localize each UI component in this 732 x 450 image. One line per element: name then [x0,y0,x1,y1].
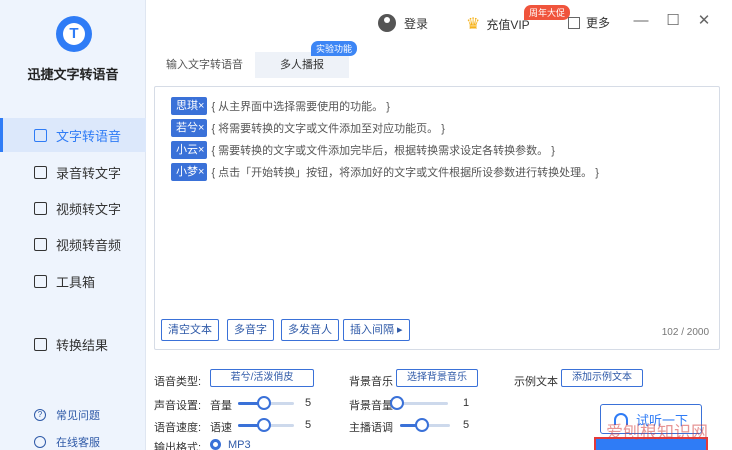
add-sample-text-button[interactable]: 添加示例文本 [561,369,643,387]
speed-sub-label: 语速 [210,422,232,434]
app-name: 迅捷文字转语音 [27,67,119,82]
more-button[interactable]: 更多 [568,14,610,31]
speaker-tag[interactable]: 思琪× [171,97,208,115]
bg-volume-value: 1 [463,397,470,409]
clear-text-button[interactable]: 清空文本 [161,319,219,341]
speaker-tag[interactable]: 小云× [171,141,208,159]
insert-pause-button[interactable]: 插入间隔 ▸ [343,319,410,341]
sidebar-item-label: 视频转文字 [56,201,122,217]
vip-button[interactable]: ♛ 充值VIP [466,14,530,34]
app-logo-icon: T [56,16,92,52]
result-icon [34,337,47,351]
faq-link[interactable]: ? 常见问题 [34,407,100,423]
video-text-icon [34,201,47,215]
bg-volume-slider-thumb[interactable] [390,396,404,410]
sidebar: T 迅捷文字转语音 文字转语音 录音转文字 视频转文字 视频转音频 工具箱 转换… [0,0,146,450]
question-icon: ? [34,409,46,421]
line-text: { 从主界面中选择需要使用的功能。 } [211,101,390,113]
login-button[interactable]: 登录 [378,14,428,32]
vip-promo-badge: 周年大促 [524,5,571,20]
volume-slider-thumb[interactable] [257,396,271,410]
sidebar-item-toolbox[interactable]: 工具箱 [0,264,146,298]
select-bg-music-button[interactable]: 选择背景音乐 [396,369,478,387]
speaker-tag[interactable]: 小梦× [171,163,208,181]
volume-label: 声音设置: [154,400,202,412]
close-button[interactable]: ✕ [695,12,713,30]
sidebar-item-video-to-text[interactable]: 视频转文字 [0,191,146,225]
volume-sub-label: 音量 [210,400,232,412]
line-text: { 需要转换的文字或文件添加完毕后，根据转换需求设定各转换参数。 } [211,145,555,157]
sample-text-label: 示例文本 [514,376,558,388]
bg-volume-label: 背景音量 [349,400,393,412]
minimize-button[interactable]: — [632,12,650,30]
avatar-icon [378,14,396,32]
more-icon [568,16,580,29]
script-line: 小梦× { 点击「开始转换」按钮，将添加好的文字或文件根据所设参数进行转换处理。… [171,163,599,181]
pitch-label: 主播语调 [349,422,393,434]
script-line: 小云× { 需要转换的文字或文件添加完毕后，根据转换需求设定各转换参数。 } [171,141,555,159]
crown-icon: ♛ [466,16,481,33]
multi-speaker-button[interactable]: 多发音人 [281,319,339,341]
voice-type-label: 语音类型: [154,376,202,388]
sidebar-item-label: 录音转文字 [56,165,122,181]
line-text: { 点击「开始转换」按钮，将添加好的文字或文件根据所设参数进行转换处理。 } [211,167,599,179]
polyphone-button[interactable]: 多音字 [227,319,274,341]
pitch-slider[interactable] [400,418,450,432]
text-to-speech-icon [34,128,47,142]
speed-slider[interactable] [238,418,294,432]
pitch-slider-thumb[interactable] [415,418,429,432]
sidebar-item-text-to-speech[interactable]: 文字转语音 [0,118,146,152]
volume-value: 5 [305,397,312,409]
login-label: 登录 [404,16,429,31]
sidebar-item-label: 工具箱 [56,274,96,290]
script-line: 思琪× { 从主界面中选择需要使用的功能。 } [171,97,390,115]
experimental-badge: 实验功能 [311,41,358,56]
headset-icon [34,436,46,448]
output-format-label: 输出格式: [154,442,202,450]
tab-input-text[interactable]: 输入文字转语音 [154,52,255,78]
watermark-text: 爱刨根知识网 [606,423,708,442]
faq-label: 常见问题 [56,410,100,422]
speed-slider-thumb[interactable] [257,418,271,432]
more-label: 更多 [586,16,611,30]
support-link[interactable]: 在线客服 [34,434,100,450]
recording-icon [34,165,47,179]
script-line: 若兮× { 将需要转换的文字或文件添加至对应功能页。 } [171,119,445,137]
bg-volume-slider[interactable] [390,396,448,410]
video-audio-icon [34,237,47,251]
speed-value: 5 [305,419,312,431]
line-text: { 将需要转换的文字或文件添加至对应功能页。 } [211,123,445,135]
sidebar-item-label: 文字转语音 [56,128,122,144]
sidebar-item-recording-to-text[interactable]: 录音转文字 [0,155,146,189]
sidebar-item-video-to-audio[interactable]: 视频转音频 [0,227,146,261]
char-counter: 102 / 2000 [661,327,709,338]
format-mp3-label: MP3 [228,439,251,450]
maximize-button[interactable]: ☐ [664,12,682,30]
volume-slider[interactable] [238,396,294,410]
app-logo-glyph: T [69,25,79,42]
sidebar-item-label: 转换结果 [56,337,109,353]
speed-label: 语音速度: [154,422,202,434]
sidebar-item-label: 视频转音频 [56,237,122,253]
bg-music-label: 背景音乐 [349,376,393,388]
text-editor[interactable]: 思琪× { 从主界面中选择需要使用的功能。 } 若兮× { 将需要转换的文字或文… [154,86,720,350]
support-label: 在线客服 [56,437,100,449]
pitch-value: 5 [463,419,470,431]
top-bar: 登录 ♛ 充值VIP 周年大促 更多 — ☐ ✕ [146,0,732,46]
toolbox-icon [34,274,47,288]
sidebar-item-results[interactable]: 转换结果 [0,327,146,361]
speaker-tag[interactable]: 若兮× [171,119,208,137]
format-mp3-radio[interactable] [210,439,221,450]
voice-type-select[interactable]: 若兮/活泼俏皮 [210,369,314,387]
